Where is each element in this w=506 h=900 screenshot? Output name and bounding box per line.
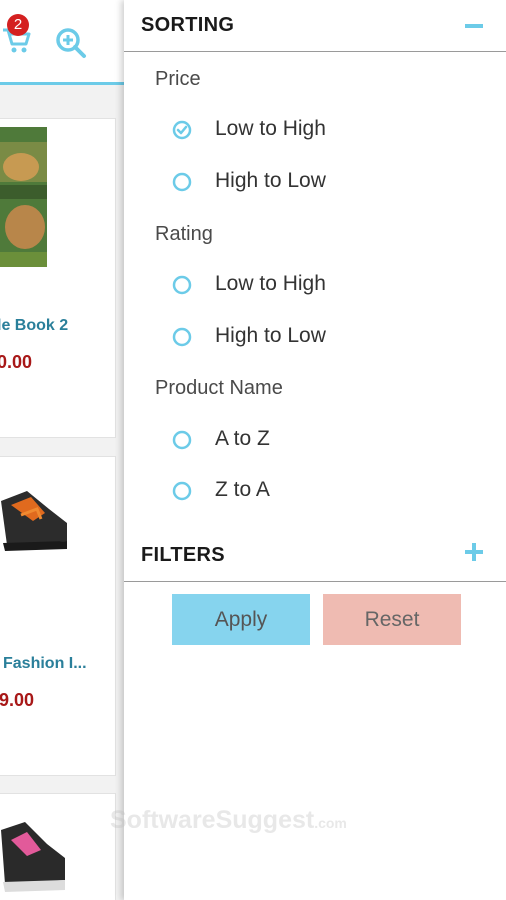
- option-name-z-to-a[interactable]: Z to A: [172, 476, 472, 506]
- filters-title: FILTERS: [141, 544, 225, 566]
- option-name-a-to-z[interactable]: A to Z: [172, 425, 472, 455]
- group-label-product-name: Product Name: [155, 377, 283, 399]
- radio-unchecked-icon[interactable]: [172, 430, 192, 450]
- group-label-rating: Rating: [155, 223, 213, 245]
- product-image: [1, 491, 67, 551]
- product-card[interactable]: [0, 793, 116, 900]
- radio-unchecked-icon[interactable]: [172, 481, 192, 501]
- product-image: [0, 127, 47, 267]
- product-title[interactable]: Fashion I...: [3, 655, 87, 673]
- product-title[interactable]: le Book 2: [0, 317, 68, 335]
- sort-filter-panel: SORTING Price Low to High High to Low Ra…: [124, 0, 506, 900]
- option-price-low-to-high[interactable]: Low to High: [172, 115, 472, 145]
- watermark: SoftwareSuggest.com: [110, 806, 347, 835]
- minus-icon[interactable]: [464, 16, 484, 36]
- product-price: 9.00: [0, 690, 35, 710]
- watermark-suffix: .com: [314, 815, 347, 831]
- radio-checked-icon[interactable]: [172, 120, 192, 140]
- filters-header[interactable]: FILTERS: [124, 530, 506, 582]
- radio-unchecked-icon[interactable]: [172, 327, 192, 347]
- product-list-background: 2 le Book 2 0.00 Fashion I... 9.00: [0, 0, 124, 900]
- plus-icon[interactable]: [464, 542, 484, 562]
- option-rating-high-to-low[interactable]: High to Low: [172, 322, 472, 352]
- product-image: [1, 822, 65, 892]
- option-label: Low to High: [215, 272, 326, 295]
- app-header: 2: [0, 0, 124, 85]
- option-price-high-to-low[interactable]: High to Low: [172, 167, 472, 197]
- watermark-brand: SoftwareSuggest: [110, 806, 315, 834]
- option-label: A to Z: [215, 427, 270, 450]
- cart-count-badge: 2: [7, 14, 29, 36]
- option-rating-low-to-high[interactable]: Low to High: [172, 270, 472, 300]
- radio-unchecked-icon[interactable]: [172, 172, 192, 192]
- apply-button[interactable]: Apply: [172, 594, 310, 645]
- group-label-price: Price: [155, 68, 201, 90]
- sorting-header[interactable]: SORTING: [124, 0, 506, 52]
- reset-button[interactable]: Reset: [323, 594, 461, 645]
- sorting-title: SORTING: [141, 14, 235, 36]
- zoom-in-icon[interactable]: [55, 27, 87, 59]
- product-card[interactable]: le Book 2 0.00: [0, 118, 116, 438]
- product-card[interactable]: Fashion I... 9.00: [0, 456, 116, 776]
- product-price: 0.00: [0, 352, 33, 372]
- radio-unchecked-icon[interactable]: [172, 275, 192, 295]
- option-label: High to Low: [215, 324, 326, 347]
- option-label: High to Low: [215, 169, 326, 192]
- option-label: Low to High: [215, 117, 326, 140]
- option-label: Z to A: [215, 478, 270, 501]
